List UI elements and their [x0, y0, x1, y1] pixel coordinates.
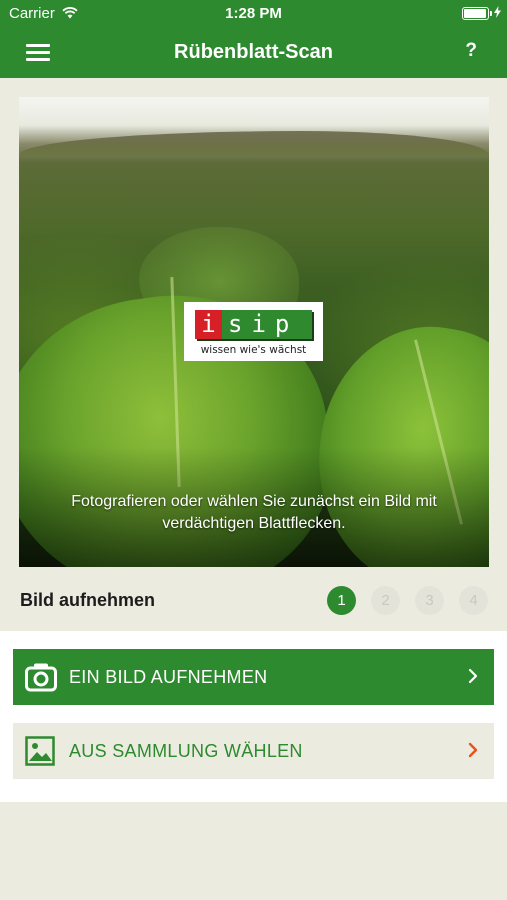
chevron-right-icon	[468, 742, 478, 758]
nav-bar: Rübenblatt-Scan ?	[0, 28, 507, 78]
choose-from-gallery-button[interactable]: AUS SAMMLUNG WÄHLEN	[13, 723, 494, 779]
action-panel: EIN BILD AUFNEHMEN AUS SAMMLUNG WÄHLEN	[0, 631, 507, 802]
bolt-icon	[494, 6, 501, 18]
help-button[interactable]: ?	[465, 40, 477, 62]
battery-fill	[464, 9, 486, 18]
step-1: 1	[327, 586, 356, 615]
logo-letter: i	[195, 310, 222, 339]
page-title: Rübenblatt-Scan	[174, 41, 333, 63]
chevron-right-icon	[468, 668, 478, 684]
isip-logo: i sip wissen wie's wächst	[184, 302, 323, 361]
step-title: Bild aufnehmen	[20, 590, 156, 610]
step-4: 4	[459, 586, 488, 615]
status-time: 1:28 PM	[225, 5, 282, 22]
choose-from-gallery-label: AUS SAMMLUNG WÄHLEN	[69, 741, 303, 761]
camera-icon	[25, 663, 57, 692]
hero-image: i sip wissen wie's wächst Fotografieren …	[19, 97, 489, 567]
battery-icon	[462, 7, 492, 20]
step-2: 2	[371, 586, 400, 615]
hero-caption: Fotografieren oder wählen Sie zunächst e…	[71, 493, 437, 532]
step-indicator: 1 2 3 4	[327, 586, 489, 616]
logo-tagline: wissen wie's wächst	[200, 344, 307, 356]
image-icon	[25, 736, 55, 766]
logo-wordmark: sip	[228, 310, 299, 338]
take-photo-button[interactable]: EIN BILD AUFNEHMEN	[13, 649, 494, 705]
take-photo-label: EIN BILD AUFNEHMEN	[69, 667, 268, 687]
step-3: 3	[415, 586, 444, 615]
status-bar: Carrier 1:28 PM	[0, 0, 507, 28]
